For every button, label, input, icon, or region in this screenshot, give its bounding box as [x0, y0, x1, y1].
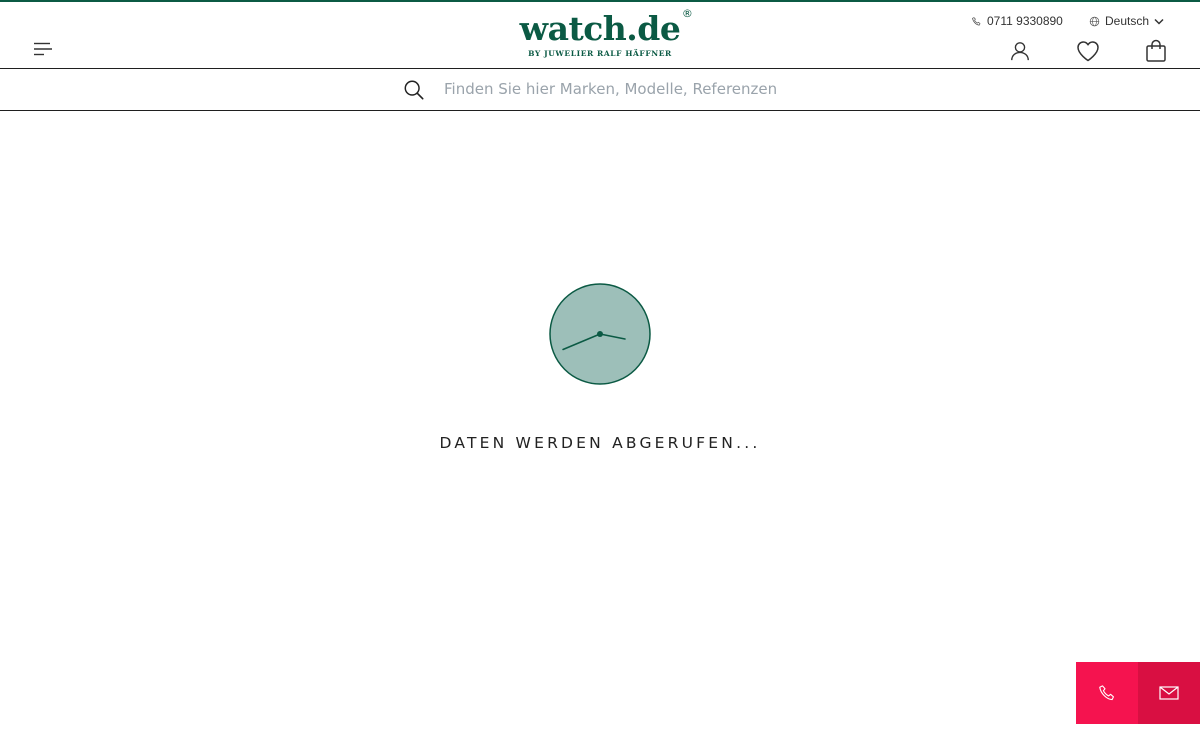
shopping-bag-icon [1146, 39, 1166, 62]
mail-icon [1159, 686, 1179, 700]
search-icon[interactable] [403, 79, 425, 101]
site-logo[interactable]: watch.de ® BY JUWELIER RALF HÄFFNER [450, 8, 750, 59]
page: watch.de ® BY JUWELIER RALF HÄFFNER 0711… [0, 0, 1200, 740]
cart-button[interactable] [1143, 38, 1169, 64]
heart-icon [1077, 41, 1099, 62]
menu-button[interactable] [31, 38, 55, 60]
wishlist-button[interactable] [1075, 38, 1101, 64]
logo-subtitle: BY JUWELIER RALF HÄFFNER [528, 49, 672, 58]
header-phone-link[interactable]: 0711 9330890 [971, 13, 1063, 29]
contact-call-button[interactable] [1076, 662, 1138, 724]
site-header: watch.de ® BY JUWELIER RALF HÄFFNER 0711… [0, 2, 1200, 69]
user-icon [1011, 42, 1029, 61]
header-phone-number: 0711 9330890 [987, 14, 1063, 28]
loading-message: DATEN WERDEN ABGERUFEN... [439, 434, 761, 452]
phone-icon [972, 16, 981, 25]
search-input[interactable] [438, 74, 910, 104]
phone-icon [1099, 685, 1114, 701]
globe-icon [1089, 16, 1100, 26]
clock-icon [549, 283, 651, 385]
search-bar [0, 69, 1200, 111]
logo-wordmark: watch.de ® [519, 8, 693, 48]
language-label: Deutsch [1105, 14, 1150, 28]
language-selector[interactable]: Deutsch [1089, 13, 1164, 29]
account-button[interactable] [1007, 38, 1033, 64]
chevron-down-icon [1154, 18, 1164, 25]
logo-registered-mark: ® [681, 7, 693, 20]
contact-mail-button[interactable] [1138, 662, 1200, 724]
logo-text: watch.de [519, 9, 681, 48]
menu-icon [34, 42, 52, 56]
